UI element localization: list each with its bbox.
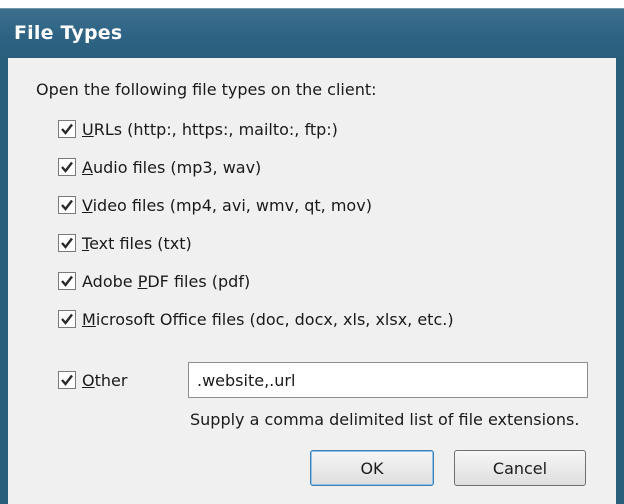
mnemonic-key: T: [82, 233, 90, 253]
checkbox-label-text: Text files (txt): [82, 234, 192, 253]
checkbox-label-urls: URLs (http:, https:, mailto:, ftp:): [82, 120, 338, 139]
checkbox-audio[interactable]: [58, 158, 76, 176]
checkbox-label-office: Microsoft Office files (doc, docx, xls, …: [82, 310, 454, 329]
checkbox-pdf[interactable]: [58, 272, 76, 290]
checkbox-label-audio: Audio files (mp3, wav): [82, 158, 261, 177]
checkbox-row-audio[interactable]: Audio files (mp3, wav): [58, 156, 261, 178]
label-pre: Adobe: [82, 271, 138, 291]
label-rest: RLs (http:, https:, mailto:, ftp:): [93, 119, 338, 139]
mnemonic-key: U: [82, 119, 94, 139]
check-mark-icon: [61, 275, 73, 287]
checkbox-video[interactable]: [58, 196, 76, 214]
label-rest: DF files (pdf): [147, 271, 251, 291]
mnemonic-key: P: [137, 271, 148, 291]
checkbox-row-other[interactable]: Other: [58, 369, 127, 391]
label-rest: ideo files (mp4, avi, wmv, qt, mov): [92, 195, 372, 215]
label-rest: udio files (mp3, wav): [92, 157, 262, 177]
other-extensions-input[interactable]: [188, 362, 588, 398]
title-bar: File Types: [0, 8, 624, 58]
mnemonic-key: A: [82, 157, 93, 177]
checkbox-label-video: Video files (mp4, avi, wmv, qt, mov): [82, 196, 372, 215]
check-mark-icon: [61, 237, 73, 249]
checkbox-text[interactable]: [58, 234, 76, 252]
check-mark-icon: [61, 313, 73, 325]
checkbox-urls[interactable]: [58, 120, 76, 138]
checkbox-row-text[interactable]: Text files (txt): [58, 232, 192, 254]
checkbox-label-pdf: Adobe PDF files (pdf): [82, 272, 250, 291]
intro-text: Open the following file types on the cli…: [36, 80, 377, 99]
other-hint-text: Supply a comma delimited list of file ex…: [190, 410, 580, 429]
checkbox-row-urls[interactable]: URLs (http:, https:, mailto:, ftp:): [58, 118, 338, 140]
checkbox-other[interactable]: [58, 371, 76, 389]
checkbox-office[interactable]: [58, 310, 76, 328]
cancel-button[interactable]: Cancel: [454, 450, 586, 486]
mnemonic-key: O: [82, 370, 95, 390]
checkbox-row-office[interactable]: Microsoft Office files (doc, docx, xls, …: [58, 308, 454, 330]
ok-button[interactable]: OK: [310, 450, 434, 486]
file-types-dialog: File Types Open the following file types…: [0, 8, 624, 504]
check-mark-icon: [61, 199, 73, 211]
check-mark-icon: [61, 123, 73, 135]
checkbox-row-video[interactable]: Video files (mp4, avi, wmv, qt, mov): [58, 194, 372, 216]
checkbox-row-pdf[interactable]: Adobe PDF files (pdf): [58, 270, 250, 292]
check-mark-icon: [61, 374, 73, 386]
label-rest: ext files (txt): [89, 233, 192, 253]
mnemonic-key: V: [82, 195, 93, 215]
dialog-title: File Types: [14, 22, 123, 44]
check-mark-icon: [61, 161, 73, 173]
mnemonic-key: M: [82, 309, 96, 329]
label-rest: icrosoft Office files (doc, docx, xls, x…: [95, 309, 454, 329]
dialog-content: Open the following file types on the cli…: [8, 58, 616, 504]
label-rest: ther: [94, 370, 128, 390]
checkbox-label-other: Other: [82, 371, 127, 390]
